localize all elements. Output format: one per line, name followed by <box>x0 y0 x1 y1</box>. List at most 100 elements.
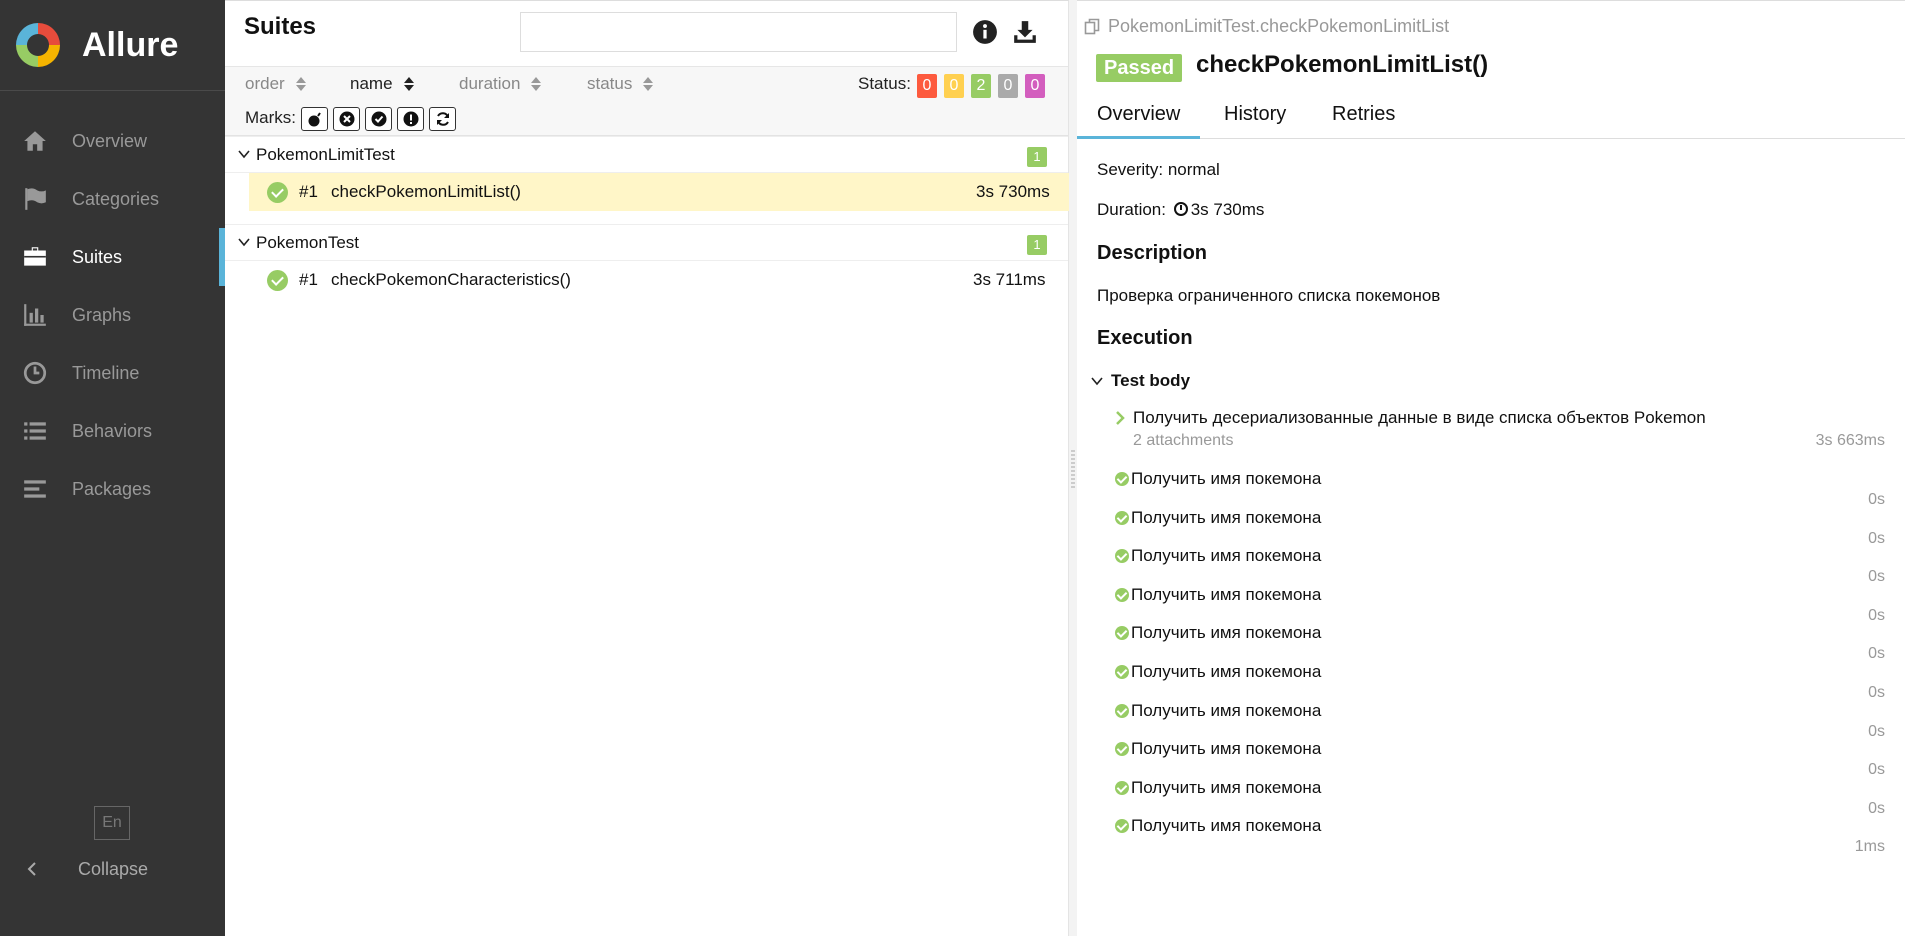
sidebar-item-label: Timeline <box>72 362 140 383</box>
step-item[interactable]: Получить имя покемона <box>1115 469 1321 489</box>
language-switch[interactable]: En <box>94 806 130 840</box>
step-name: Получить имя покемона <box>1131 508 1322 527</box>
check-circle-icon <box>1115 742 1129 756</box>
brand[interactable]: Allure <box>0 0 225 91</box>
step-duration: 0s <box>1868 684 1885 701</box>
suites-header: Suites <box>225 1 1068 67</box>
passed-status-icon <box>267 182 288 203</box>
check-circle-icon <box>371 111 386 127</box>
step-attachments[interactable]: 2 attachments <box>1133 432 1234 450</box>
list-icon <box>22 418 48 444</box>
duration: Duration: 3s 730ms <box>1097 200 1264 220</box>
step-item[interactable]: Получить имя покемона <box>1115 623 1321 643</box>
step-name: Получить имя покемона <box>1131 701 1322 720</box>
collapse-label: Collapse <box>78 858 149 879</box>
test-number: #1 <box>299 182 318 201</box>
sidebar-item-label: Graphs <box>72 304 132 325</box>
step-item[interactable]: Получить имя покемона <box>1115 508 1321 528</box>
test-row[interactable]: #1 checkPokemonCharacteristics() 3s 711m… <box>225 261 1068 299</box>
marks-label: Marks: <box>245 108 296 127</box>
copy-icon[interactable] <box>1084 18 1102 36</box>
collapse-button[interactable]: Collapse <box>24 855 148 883</box>
test-row[interactable]: #1 checkPokemonLimitList() 3s 730ms <box>249 173 1069 211</box>
status-badge: Passed <box>1096 54 1183 82</box>
briefcase-icon <box>22 244 48 270</box>
info-icon[interactable] <box>972 19 998 45</box>
step-duration: 0s <box>1868 491 1885 508</box>
sort-bar: order name duration status Status: 0 0 2… <box>225 67 1068 105</box>
sidebar-item-label: Overview <box>72 130 148 151</box>
sort-name[interactable]: name <box>350 74 415 94</box>
step-item[interactable]: Получить имя покемона <box>1115 816 1321 836</box>
sidebar-item-timeline[interactable]: Timeline <box>0 344 225 402</box>
step-item[interactable]: Получить десериализованные данные в виде… <box>1115 408 1706 428</box>
tab-overview[interactable]: Overview <box>1097 103 1180 126</box>
test-body-toggle[interactable]: Test body <box>1091 371 1190 391</box>
step-duration: 0s <box>1868 607 1885 624</box>
status-skipped-badge[interactable]: 0 <box>998 74 1018 98</box>
check-circle-icon <box>1115 819 1129 833</box>
test-result-panel: PokemonLimitTest.checkPokemonLimitList P… <box>1077 0 1905 936</box>
suite-group-name: PokemonTest <box>256 233 359 252</box>
sort-order-label: order <box>245 74 285 93</box>
step-item[interactable]: Получить имя покемона <box>1115 546 1321 566</box>
check-circle-icon <box>1115 588 1129 602</box>
sort-order[interactable]: order <box>245 74 307 94</box>
mark-new-passed-toggle[interactable] <box>365 107 392 131</box>
step-duration: 3s 663ms <box>1815 432 1885 449</box>
mark-retries-toggle[interactable] <box>429 107 456 131</box>
tab-retries[interactable]: Retries <box>1332 103 1395 126</box>
mark-new-failed-toggle[interactable] <box>333 107 360 131</box>
chevron-down-icon <box>238 238 250 247</box>
step-item[interactable]: Получить имя покемона <box>1115 662 1321 682</box>
status-filter-label: Status: <box>858 74 911 93</box>
step-item[interactable]: Получить имя покемона <box>1115 701 1321 721</box>
step-name: Получить имя покемона <box>1131 623 1322 642</box>
exclamation-circle-icon <box>403 111 418 127</box>
step-name: Получить имя покемона <box>1131 778 1322 797</box>
status-unknown-badge[interactable]: 0 <box>1025 74 1045 98</box>
chevron-left-icon <box>27 862 36 876</box>
status-failed-badge[interactable]: 0 <box>917 74 937 98</box>
mark-flaky-toggle[interactable] <box>301 107 328 131</box>
sort-duration[interactable]: duration <box>459 74 542 94</box>
sidebar-item-behaviors[interactable]: Behaviors <box>0 402 225 460</box>
step-duration: 1ms <box>1854 838 1885 855</box>
step-name: Получить десериализованные данные в виде… <box>1133 408 1706 427</box>
brand-name: Allure <box>82 25 179 64</box>
sidebar-item-suites[interactable]: Suites <box>0 228 225 286</box>
step-name: Получить имя покемона <box>1131 739 1322 758</box>
sidebar-item-categories[interactable]: Categories <box>0 170 225 228</box>
step-item[interactable]: Получить имя покемона <box>1115 739 1321 759</box>
mark-new-broken-toggle[interactable] <box>397 107 424 131</box>
search-input[interactable] <box>520 12 957 52</box>
sort-name-label: name <box>350 74 393 93</box>
sidebar-item-overview[interactable]: Overview <box>0 112 225 170</box>
sidebar-item-packages[interactable]: Packages <box>0 460 225 518</box>
breadcrumb-text: PokemonLimitTest.checkPokemonLimitList <box>1108 16 1450 36</box>
chevron-down-icon <box>1091 377 1103 386</box>
sort-status[interactable]: status <box>587 74 654 94</box>
status-passed-badge[interactable]: 2 <box>971 74 991 98</box>
tab-history[interactable]: History <box>1224 103 1286 126</box>
check-circle-icon <box>1115 472 1129 486</box>
duration-value: 3s 730ms <box>1190 200 1265 219</box>
flag-icon <box>22 186 48 212</box>
step-name: Получить имя покемона <box>1131 816 1322 835</box>
step-item[interactable]: Получить имя покемона <box>1115 585 1321 605</box>
status-broken-badge[interactable]: 0 <box>944 74 964 98</box>
sidebar-item-label: Categories <box>72 188 160 209</box>
page-title: Suites <box>244 13 317 40</box>
test-body-label: Test body <box>1111 371 1191 390</box>
suite-group-header[interactable]: PokemonLimitTest 1 <box>225 137 1068 173</box>
sidebar-item-label: Suites <box>72 246 123 267</box>
step-name: Получить имя покемона <box>1131 469 1322 488</box>
download-icon[interactable] <box>1012 19 1038 45</box>
check-circle-icon <box>1115 781 1129 795</box>
suite-group-count: 1 <box>1027 147 1047 167</box>
splitter-grip-icon[interactable] <box>1071 450 1075 490</box>
suite-group-header[interactable]: PokemonTest 1 <box>225 225 1068 261</box>
test-number: #1 <box>299 270 318 289</box>
sidebar-item-graphs[interactable]: Graphs <box>0 286 225 344</box>
step-item[interactable]: Получить имя покемона <box>1115 778 1321 798</box>
